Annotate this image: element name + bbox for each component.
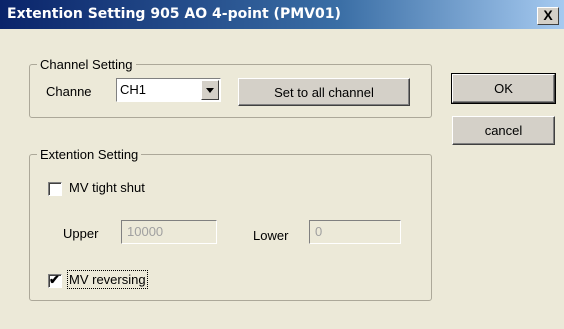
window-title: Extention Setting 905 AO 4-point (PMV01) — [7, 6, 341, 22]
title-bar[interactable]: Extention Setting 905 AO 4-point (PMV01)… — [0, 0, 564, 29]
ok-label: OK — [494, 81, 513, 96]
channel-setting-title: Channel Setting — [37, 57, 136, 72]
close-button[interactable]: X — [537, 7, 559, 25]
mv-tight-shut-label[interactable]: MV tight shut — [69, 180, 145, 195]
extension-setting-dialog: Extention Setting 905 AO 4-point (PMV01)… — [0, 0, 564, 329]
extention-setting-title: Extention Setting — [37, 147, 142, 162]
chevron-down-icon[interactable] — [201, 80, 219, 100]
mv-tight-shut-checkbox[interactable] — [48, 182, 62, 196]
mv-reversing-checkbox[interactable]: ✔ — [48, 272, 62, 288]
channel-select[interactable]: CH1 — [116, 78, 221, 102]
lower-label: Lower — [253, 228, 289, 243]
channel-select-value: CH1 — [120, 82, 147, 97]
upper-value-field[interactable]: 10000 — [121, 220, 217, 244]
lower-label-clipped-remainder — [253, 244, 293, 248]
cancel-button[interactable]: cancel — [452, 116, 555, 145]
lower-label-fragment — [253, 244, 281, 248]
check-icon: ✔ — [49, 272, 60, 287]
ok-button[interactable]: OK — [451, 73, 556, 104]
set-to-all-channel-button[interactable]: Set to all channel — [238, 78, 410, 106]
cancel-label: cancel — [484, 123, 523, 138]
close-icon: X — [543, 7, 553, 23]
set-to-all-channel-label: Set to all channel — [274, 85, 374, 100]
upper-label: Upper — [63, 226, 99, 241]
mv-reversing-label[interactable]: MV reversing — [67, 270, 148, 289]
channel-label: Channe — [46, 84, 92, 99]
lower-value-field[interactable]: 0 — [309, 220, 401, 244]
